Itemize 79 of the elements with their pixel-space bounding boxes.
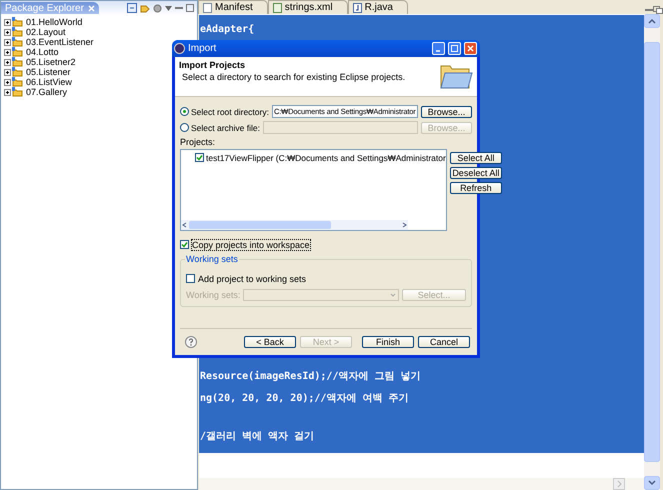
project-label[interactable]: 06.ListView <box>26 77 72 87</box>
editor-tab[interactable]: strings.xml <box>268 0 348 14</box>
wizard-description: Select a directory to search for existing Eclipse projects. <box>181 72 406 82</box>
project-entry[interactable]: test17ViewFlipper (C:₩Documents and Settings₩Administrator <box>206 153 446 163</box>
field-label: Working sets: <box>186 290 240 300</box>
option-label: Select root directory: <box>191 106 269 116</box>
expand-toggle-icon[interactable] <box>4 58 11 66</box>
menu-icon[interactable] <box>165 6 172 10</box>
project-label[interactable]: 02.Layout <box>26 27 66 37</box>
collapse-all-icon[interactable] <box>127 3 137 13</box>
code-line: Resource(imageResId);//액자에 그림 넣기 <box>199 370 422 384</box>
expand-toggle-icon[interactable] <box>4 48 11 56</box>
project-folder-icon <box>12 77 23 87</box>
editor-tab[interactable]: Manifest <box>198 0 268 14</box>
app-icon <box>174 43 185 54</box>
radio-dot-icon <box>183 110 186 113</box>
file-icon <box>272 2 282 12</box>
view-title: Package Explorer <box>5 2 84 14</box>
project-label[interactable]: 04.Lotto <box>26 47 59 57</box>
checkmark-icon <box>196 154 203 161</box>
copy-checkbox[interactable] <box>180 240 189 249</box>
horizontal-scrollbar[interactable] <box>181 220 408 230</box>
dialog-title: Import <box>188 43 218 54</box>
expand-toggle-icon[interactable] <box>4 38 11 46</box>
close-button[interactable] <box>464 42 477 55</box>
project-label[interactable]: 05.Listener <box>26 67 71 77</box>
minimize-icon[interactable] <box>645 6 653 14</box>
project-label[interactable]: 05.Lisetner2 <box>26 57 76 67</box>
wizard-button[interactable]: < Back <box>244 336 296 348</box>
code-line: /갤러리 벽에 액자 걸기 <box>199 430 316 444</box>
project-checkbox[interactable] <box>195 153 204 162</box>
list-action-button[interactable]: Refresh <box>450 182 502 194</box>
code-line: eAdapter{ <box>199 23 256 37</box>
expand-toggle-icon[interactable] <box>4 28 11 36</box>
project-folder-icon <box>12 27 23 37</box>
maximize-icon <box>451 45 458 52</box>
project-folder-icon <box>12 17 23 27</box>
list-action-button[interactable]: Deselect All <box>450 167 502 179</box>
project-label[interactable]: 07.Gallery <box>26 87 68 97</box>
close-icon[interactable] <box>88 4 95 12</box>
browse-button[interactable]: Browse... <box>421 106 472 118</box>
project-folder-icon <box>12 57 23 67</box>
list-action-button[interactable]: Select All <box>450 152 502 164</box>
expand-toggle-icon[interactable] <box>4 18 11 26</box>
project-label[interactable]: 01.HelloWorld <box>26 17 82 27</box>
minimize-icon[interactable] <box>175 4 183 12</box>
project-folder-icon <box>12 47 23 57</box>
horizontal-scrollbar[interactable] <box>199 478 644 490</box>
wizard-button[interactable]: Finish <box>362 336 414 348</box>
projects-label: Projects: <box>180 137 216 147</box>
path-field[interactable] <box>262 121 418 134</box>
checkmark-icon <box>181 241 188 248</box>
maximize-icon[interactable] <box>186 4 194 12</box>
project-label[interactable]: 03.EventListener <box>26 37 94 47</box>
scroll-up-icon[interactable] <box>644 14 660 28</box>
restore-icon[interactable] <box>653 6 663 14</box>
scroll-down-icon[interactable] <box>644 476 660 490</box>
option-label: Select archive file: <box>191 122 260 132</box>
minimize-button[interactable] <box>432 42 445 55</box>
radio-button[interactable] <box>180 107 189 116</box>
tab-label: Manifest <box>215 2 253 13</box>
expand-toggle-icon[interactable] <box>4 78 11 86</box>
editor-tab[interactable]: R.java <box>348 0 408 14</box>
project-folder-icon <box>12 87 23 97</box>
wizard-heading: Import Projects <box>179 60 246 70</box>
group-title: Working sets <box>185 254 239 264</box>
close-icon <box>467 45 474 52</box>
tab-label: R.java <box>364 2 393 13</box>
project-folder-icon <box>12 37 23 47</box>
code-line: ng(20, 20, 20, 20);//액자에 여백 주기 <box>199 392 410 406</box>
expand-toggle-icon[interactable] <box>4 88 11 96</box>
radio-button[interactable] <box>180 123 189 132</box>
maximize-button[interactable] <box>448 42 461 55</box>
checkbox-label[interactable]: Copy projects into workspace <box>192 240 310 250</box>
wizard-button[interactable]: Cancel <box>418 336 470 348</box>
help-icon[interactable] <box>185 336 197 348</box>
expand-toggle-icon[interactable] <box>4 68 11 76</box>
project-folder-icon <box>12 67 23 77</box>
tab-label: strings.xml <box>284 2 333 13</box>
